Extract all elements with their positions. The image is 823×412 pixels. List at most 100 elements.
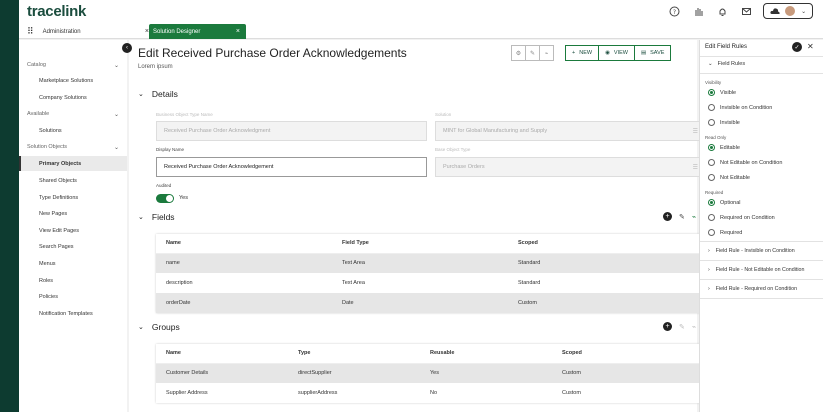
sidebar-item-search-pages[interactable]: Search Pages bbox=[19, 239, 127, 254]
app-grid-icon[interactable]: ⠿ bbox=[27, 26, 34, 37]
settings-button[interactable]: ⚙ bbox=[511, 45, 526, 61]
display-name-input[interactable]: Received Purchase Order Acknowledgement bbox=[156, 157, 427, 177]
sidebar-item-company-solutions[interactable]: Company Solutions bbox=[19, 90, 127, 105]
chevron-down-icon: ⌄ bbox=[138, 91, 144, 98]
table-cell: Custom bbox=[552, 383, 705, 403]
radio-not-editable[interactable]: Not Editable bbox=[708, 174, 750, 181]
confirm-check-icon[interactable]: ✓ bbox=[792, 42, 802, 52]
eye-icon: ◉ bbox=[605, 50, 610, 56]
table-row[interactable]: orderDate Date Custom bbox=[156, 293, 705, 313]
table-cell: Yes bbox=[420, 363, 552, 383]
save-button-label: SAVE bbox=[650, 50, 665, 56]
groups-toolbar: + ✎ ⌁ bbox=[663, 322, 696, 331]
table-row[interactable]: Supplier Address supplierAddress No Cust… bbox=[156, 383, 705, 403]
tag-icon[interactable]: ⌁ bbox=[692, 213, 696, 221]
edit-button[interactable]: ✎ bbox=[525, 45, 540, 61]
radio-label: Visible bbox=[720, 89, 737, 96]
table-cell: Text Area bbox=[332, 253, 508, 273]
sidebar-item-policies[interactable]: Policies bbox=[19, 289, 127, 304]
sidebar-section-label: Available bbox=[27, 111, 50, 117]
sidebar-item-primary-objects[interactable]: Primary Objects bbox=[19, 156, 127, 171]
close-icon[interactable]: ✕ bbox=[807, 42, 814, 51]
radio-required-on-condition[interactable]: Required on Condition bbox=[708, 214, 775, 221]
field-rule-required-on-condition[interactable]: › Field Rule - Required on Condition bbox=[700, 280, 823, 299]
field-rules-section-toggle[interactable]: ⌄ Field Rules bbox=[708, 61, 745, 67]
add-group-icon[interactable]: + bbox=[663, 322, 672, 331]
sidebar-section-solution-objects[interactable]: Solution Objects ⌄ bbox=[19, 140, 127, 154]
add-field-icon[interactable]: + bbox=[663, 212, 672, 221]
icon-button-group: ⚙ ✎ ⌁ bbox=[511, 45, 554, 61]
list-icon: ☰ bbox=[692, 164, 698, 171]
table-cell: Custom bbox=[508, 293, 705, 313]
table-cell: No bbox=[420, 383, 552, 403]
close-icon[interactable]: × bbox=[236, 28, 240, 35]
radio-icon bbox=[708, 104, 715, 111]
tab-administration[interactable]: ⠿ Administration × bbox=[27, 24, 149, 39]
fields-section-header[interactable]: ⌄ Fields bbox=[138, 212, 175, 222]
section-label: Field Rules bbox=[717, 61, 746, 67]
radio-editable[interactable]: Editable bbox=[708, 144, 740, 151]
field-rule-not-editable-on-condition[interactable]: › Field Rule - Not Editable on Condition bbox=[700, 261, 823, 280]
chevron-down-icon: ⌄ bbox=[113, 144, 119, 151]
notification-bell-icon[interactable] bbox=[715, 4, 729, 18]
view-button[interactable]: ◉ VIEW bbox=[598, 45, 635, 61]
sidebar-item-marketplace-solutions[interactable]: Marketplace Solutions bbox=[19, 73, 127, 88]
tab-solution-designer[interactable]: Solution Designer × bbox=[149, 24, 246, 39]
table-row[interactable]: description Text Area Standard bbox=[156, 273, 705, 293]
top-icons: ? ⌄ bbox=[667, 3, 813, 19]
radio-visible[interactable]: Visible bbox=[708, 89, 736, 96]
new-button[interactable]: + NEW bbox=[565, 45, 600, 61]
help-icon[interactable]: ? bbox=[667, 4, 681, 18]
sidebar-section-catalog[interactable]: Catalog ⌄ bbox=[19, 58, 127, 72]
table-header-row: Name Type Reusable Scoped bbox=[156, 344, 705, 364]
tag-button[interactable]: ⌁ bbox=[539, 45, 554, 61]
table-header-row: Name Field Type Scoped bbox=[156, 234, 705, 254]
user-menu[interactable]: ⌄ bbox=[763, 3, 813, 19]
sidebar-item-type-definitions[interactable]: Type Definitions bbox=[19, 190, 127, 205]
rule-label: Field Rule - Invisible on Condition bbox=[715, 248, 795, 254]
table-cell: Standard bbox=[508, 273, 705, 293]
radio-selected-icon bbox=[708, 89, 715, 96]
column-header: Reusable bbox=[420, 344, 552, 364]
chevron-right-icon: › bbox=[708, 267, 710, 273]
mail-icon[interactable] bbox=[739, 4, 753, 18]
pencil-icon[interactable]: ✎ bbox=[679, 213, 685, 221]
field-rule-invisible-on-condition[interactable]: › Field Rule - Invisible on Condition bbox=[700, 242, 823, 261]
sidebar: Catalog ⌄ Marketplace Solutions Company S… bbox=[19, 40, 127, 412]
collapse-sidebar-icon[interactable]: ‹ bbox=[122, 43, 132, 53]
audited-toggle[interactable] bbox=[156, 194, 174, 203]
sidebar-section-available[interactable]: Available ⌄ bbox=[19, 107, 127, 121]
read-only-label: Read Only bbox=[705, 135, 727, 140]
sidebar-section-label: Solution Objects bbox=[27, 144, 68, 150]
table-cell: Customer Details bbox=[156, 363, 288, 383]
radio-invisible-on-condition[interactable]: Invisible on Condition bbox=[708, 104, 772, 111]
sidebar-item-menus[interactable]: Menus bbox=[19, 256, 127, 271]
save-button[interactable]: ▤ SAVE bbox=[633, 45, 672, 61]
required-label: Required bbox=[705, 190, 724, 195]
gear-icon: ⚙ bbox=[515, 50, 522, 57]
table-row[interactable]: name Text Area Standard bbox=[156, 253, 705, 273]
details-section-header[interactable]: ⌄ Details bbox=[138, 89, 178, 99]
radio-required[interactable]: Required bbox=[708, 229, 742, 236]
chevron-down-icon: ⌄ bbox=[801, 8, 807, 15]
sidebar-item-notification-templates[interactable]: Notification Templates bbox=[19, 306, 127, 321]
sidebar-item-view-edit-pages[interactable]: View Edit Pages bbox=[19, 223, 127, 238]
tag-icon[interactable]: ⌁ bbox=[692, 323, 696, 331]
sidebar-item-new-pages[interactable]: New Pages bbox=[19, 206, 127, 221]
svg-text:?: ? bbox=[672, 8, 675, 15]
radio-invisible[interactable]: Invisible bbox=[708, 119, 740, 126]
plus-icon: + bbox=[572, 50, 576, 56]
tag-icon: ⌁ bbox=[544, 50, 549, 57]
pencil-icon[interactable]: ✎ bbox=[679, 323, 685, 331]
display-name-label: Display Name bbox=[156, 147, 185, 152]
hand-icon[interactable] bbox=[691, 4, 705, 18]
table-row[interactable]: Customer Details directSupplier Yes Cust… bbox=[156, 363, 705, 383]
sidebar-item-solutions[interactable]: Solutions bbox=[19, 123, 127, 138]
radio-not-editable-on-condition[interactable]: Not Editable on Condition bbox=[708, 159, 782, 166]
top-bar: tracelink ? ⌄ bbox=[19, 0, 823, 22]
radio-optional[interactable]: Optional bbox=[708, 199, 741, 206]
sidebar-item-roles[interactable]: Roles bbox=[19, 273, 127, 288]
sidebar-item-shared-objects[interactable]: Shared Objects bbox=[19, 173, 127, 188]
groups-section-header[interactable]: ⌄ Groups bbox=[138, 322, 180, 332]
panel-title: Edit Field Rules bbox=[705, 44, 748, 50]
